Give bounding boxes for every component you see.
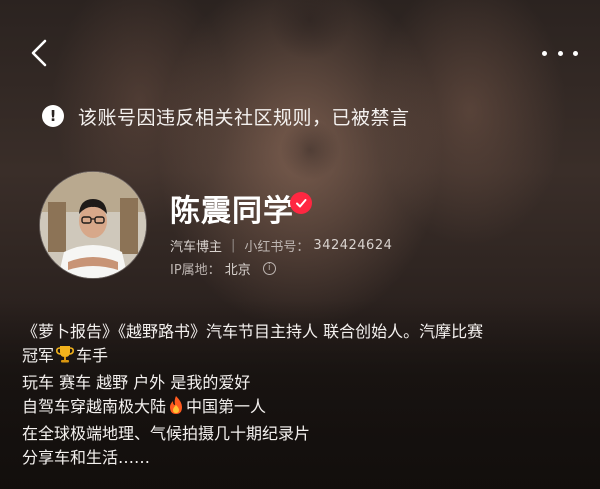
avatar-photo	[40, 172, 146, 278]
profile-role: 汽车博主	[170, 239, 223, 255]
bio-text: 车手	[76, 346, 109, 365]
checkmark-icon	[296, 199, 307, 208]
trophy-icon	[55, 344, 75, 371]
bio-text: 冠军	[22, 346, 55, 365]
more-dot	[573, 50, 578, 56]
profile-id-value[interactable]: 342424624	[313, 238, 392, 253]
more-button[interactable]	[542, 44, 578, 62]
bio-line: 自驾车穿越南极大陆 中国第一人	[22, 395, 582, 422]
avatar[interactable]	[40, 172, 146, 278]
fire-icon	[167, 395, 185, 422]
ip-value: 北京	[224, 262, 251, 278]
verified-badge-icon	[290, 192, 312, 214]
meta-divider: |	[231, 237, 236, 253]
alert-icon: !	[42, 105, 64, 127]
bio-text: 自驾车穿越南极大陆	[22, 397, 167, 416]
profile-id-label: 小红书号：	[244, 239, 310, 255]
bio-line: 玩车 赛车 越野 户外 是我的爱好	[22, 373, 251, 392]
bio-line: 冠军 车手	[22, 344, 582, 371]
bio-line: 分享车和生活……	[22, 448, 151, 467]
bio-line: 在全球极端地理、气候拍摄几十期纪录片	[22, 424, 311, 443]
more-dot	[542, 50, 547, 56]
bio-text: 中国第一人	[186, 397, 267, 416]
muted-notice-text: 该账号因违反相关社区规则，已被禁言	[78, 106, 410, 129]
info-icon[interactable]: i	[262, 261, 276, 275]
muted-account-banner: ! 该账号因违反相关社区规则，已被禁言	[42, 102, 410, 130]
ip-label: IP属地：	[170, 262, 221, 278]
bio-line: 《萝卜报告》《越野路书》汽车节目主持人 联合创始人。汽摩比赛	[22, 322, 484, 341]
profile-bio: 《萝卜报告》《越野路书》汽车节目主持人 联合创始人。汽摩比赛 冠军 车手 玩车 赛…	[22, 320, 582, 470]
profile-name: 陈震同学	[170, 194, 294, 229]
more-dot	[557, 50, 563, 56]
profile-meta-row: 汽车博主 | 小红书号： 342424624	[170, 236, 392, 255]
chevron-left-icon	[31, 39, 47, 67]
back-button[interactable]	[24, 36, 54, 70]
profile-ip-row: IP属地： 北京 i	[170, 259, 276, 278]
